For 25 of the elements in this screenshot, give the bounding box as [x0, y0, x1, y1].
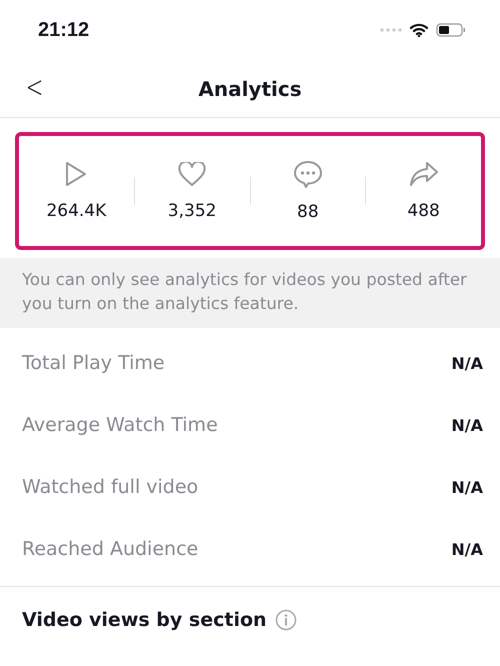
stat-value: 264.4K [46, 201, 106, 221]
status-time: 21:12 [38, 18, 90, 42]
share-icon [408, 161, 439, 187]
stat-value: 3,352 [168, 200, 216, 220]
metric-label: Total Play Time [22, 352, 165, 374]
heart-icon [178, 162, 206, 186]
comment-icon [292, 160, 323, 188]
stat-value: 488 [407, 201, 440, 221]
metric-value: N/A [451, 416, 483, 434]
play-icon [64, 161, 88, 187]
metric-label: Reached Audience [22, 538, 198, 560]
wifi-icon [410, 23, 428, 37]
battery-icon [436, 23, 466, 37]
notice-text: You can only see analytics for videos you posted after you turn on the analytics feature. [22, 270, 467, 313]
info-icon[interactable] [274, 609, 297, 631]
signal-icon [380, 28, 402, 32]
metric-label: Watched full video [22, 476, 198, 498]
back-button[interactable]: < [22, 70, 48, 105]
page-title: Analytics [198, 76, 302, 100]
metric-value: N/A [451, 478, 483, 496]
metric-value: N/A [451, 354, 483, 372]
metric-value: N/A [451, 540, 483, 558]
metric-label: Average Watch Time [22, 414, 218, 436]
section-title: Video views by section [22, 609, 267, 631]
stat-value: 88 [297, 202, 319, 222]
